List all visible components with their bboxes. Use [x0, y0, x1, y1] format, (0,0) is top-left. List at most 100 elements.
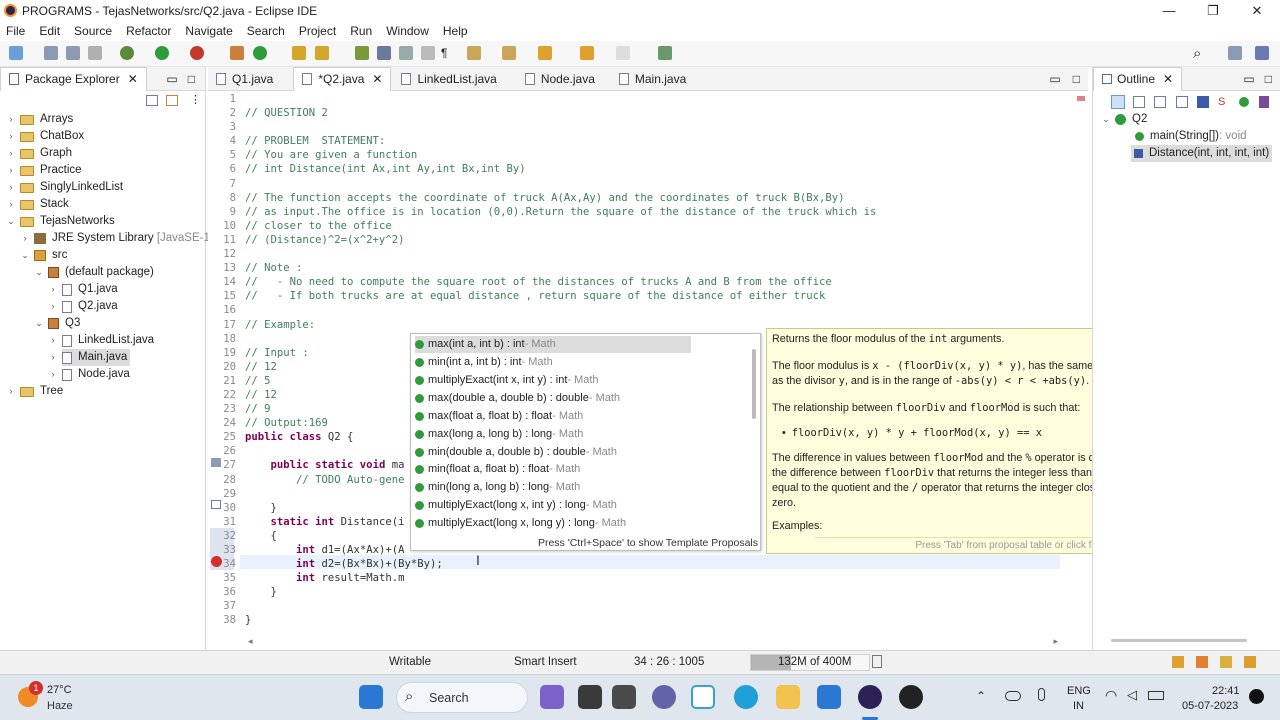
tree-item-default-package[interactable]: ⌄ (default package) [34, 264, 154, 281]
tree-item-graph[interactable]: › Graph [6, 145, 72, 162]
notification-center-icon[interactable] [1249, 689, 1264, 704]
tree-item-practice[interactable]: › Practice [6, 162, 82, 179]
github-icon[interactable] [899, 685, 923, 709]
tray-chevron-icon[interactable]: ⌃ [976, 689, 986, 703]
proposal-item[interactable]: multiplyExact(int x, int y) : int - Math [415, 372, 599, 389]
proposal-item[interactable]: min(int a, int b) : int - Math [415, 354, 553, 371]
menu-navigate[interactable]: Navigate [185, 24, 232, 38]
eclipse-taskbar-icon[interactable] [858, 685, 882, 709]
coverage-icon[interactable] [190, 46, 204, 60]
last-edit-icon[interactable] [538, 46, 552, 60]
tree-item-node[interactable]: › Node.java [48, 366, 130, 383]
java-perspective-icon[interactable] [1255, 46, 1269, 60]
tab-q2[interactable]: *Q2.java ✕ [293, 66, 392, 91]
open-perspective-icon[interactable] [1228, 46, 1242, 60]
tree-item-q2[interactable]: › Q2.java [48, 298, 118, 315]
menu-search[interactable]: Search [247, 24, 285, 38]
wifi-icon[interactable]: ◠ [1105, 687, 1117, 704]
onedrive-icon[interactable] [1005, 691, 1021, 701]
proposal-item[interactable]: min(float a, float b) : float - Math [415, 461, 580, 478]
tab-main[interactable]: Main.java [611, 67, 694, 91]
debug-icon[interactable] [120, 46, 134, 60]
annotation-icon[interactable] [355, 46, 369, 60]
pin-icon[interactable] [658, 46, 672, 60]
close-tab-icon[interactable]: ✕ [372, 72, 382, 86]
save-all-icon[interactable] [66, 46, 80, 60]
minimize-view-icon[interactable]: ▭ [1049, 72, 1060, 86]
proposal-item[interactable]: multiplyExact(long x, int y) : long - Ma… [415, 497, 617, 514]
clock-time[interactable]: 22:41 [1212, 685, 1240, 697]
editor-horizontal-scrollbar[interactable]: ◂ ▸ [248, 636, 1058, 646]
edge-icon[interactable] [734, 685, 758, 709]
tree-item-q1[interactable]: › Q1.java [48, 281, 118, 298]
file-explorer-icon[interactable] [776, 685, 800, 709]
garbage-collect-icon[interactable] [872, 655, 882, 668]
explorer-app-icon[interactable] [578, 685, 602, 709]
windows-start-icon[interactable] [359, 685, 383, 709]
search-tool-icon[interactable] [315, 46, 329, 60]
tree-item-main[interactable]: › Main.java [48, 349, 131, 366]
new-icon[interactable] [9, 46, 23, 60]
task-view-icon[interactable] [612, 685, 636, 709]
proposal-item[interactable]: min(long a, long b) : long - Math [415, 479, 580, 496]
menu-help[interactable]: Help [443, 24, 468, 38]
taskbar-search[interactable]: ⌕ Search [396, 682, 528, 713]
proposal-scrollbar[interactable] [752, 349, 756, 419]
proposal-item[interactable]: max(double a, double b) : double - Math [415, 390, 620, 407]
block-select-icon[interactable] [399, 46, 413, 60]
outline-horizontal-scrollbar[interactable] [1111, 639, 1247, 642]
menu-edit[interactable]: Edit [39, 24, 60, 38]
toggle-mark-icon[interactable] [377, 46, 391, 60]
run-icon[interactable] [155, 46, 169, 60]
minimize-icon[interactable]: — [1146, 0, 1192, 21]
tree-item-tejasnetworks[interactable]: ⌄ TejasNetworks [6, 213, 115, 230]
new-class-icon[interactable] [253, 46, 267, 60]
tree-item-src[interactable]: ⌄ src [20, 247, 67, 264]
sync-icon[interactable] [1244, 656, 1256, 668]
menu-file[interactable]: File [6, 24, 25, 38]
tip-icon[interactable] [1220, 656, 1232, 668]
tree-item-q3[interactable]: ⌄ Q3 [34, 315, 80, 332]
proposal-item[interactable]: multiplyExact(long x, long y) : long - M… [415, 515, 626, 532]
maximize-view-icon[interactable]: □ [1073, 72, 1080, 86]
tab-linkedlist[interactable]: LinkedList.java [393, 67, 504, 91]
notification-icon[interactable] [1172, 656, 1184, 668]
tree-item-jre[interactable]: › JRE System Library [JavaSE-17] [20, 230, 219, 247]
proposal-item[interactable]: max(int a, int b) : int - Math [415, 336, 691, 353]
language-region[interactable]: IN [1073, 700, 1084, 712]
microphone-icon[interactable] [1038, 688, 1045, 701]
save-icon[interactable] [44, 46, 58, 60]
tree-item-linkedlist[interactable]: › LinkedList.java [48, 332, 154, 349]
pilcrow-icon[interactable]: ¶ [441, 46, 455, 60]
next-annotation-icon[interactable] [467, 46, 481, 60]
tree-item-stack[interactable]: › Stack [6, 196, 69, 213]
outline-method-distance[interactable]: Distance(int, int, int, int) [1131, 145, 1273, 162]
outline-method-main[interactable]: main(String[]) : void [1135, 128, 1247, 145]
menu-run[interactable]: Run [350, 24, 372, 38]
warning-icon[interactable] [1196, 656, 1208, 668]
forward-icon[interactable] [616, 46, 630, 60]
language-code[interactable]: ENG [1067, 685, 1091, 697]
menu-window[interactable]: Window [386, 24, 429, 38]
search-icon[interactable]: ⌕ [1193, 46, 1201, 61]
widget-app-icon[interactable] [540, 685, 564, 709]
menu-project[interactable]: Project [299, 24, 336, 38]
close-icon[interactable]: ✕ [1234, 0, 1280, 21]
open-type-icon[interactable] [292, 46, 306, 60]
whitespace-icon[interactable] [421, 46, 435, 60]
menu-source[interactable]: Source [74, 24, 112, 38]
proposal-item[interactable]: max(long a, long b) : long - Math [415, 426, 583, 443]
back-icon[interactable] [580, 46, 594, 60]
package-icon[interactable] [230, 46, 244, 60]
print-icon[interactable] [88, 46, 102, 60]
tab-q1[interactable]: Q1.java [208, 67, 281, 91]
tree-item-singlylinkedlist[interactable]: › SinglyLinkedList [6, 179, 124, 196]
maximize-icon[interactable]: ❐ [1190, 0, 1236, 21]
volume-icon[interactable]: ◁ [1127, 687, 1137, 703]
tab-node[interactable]: Node.java [517, 67, 603, 91]
tree-item-tree[interactable]: › Tree [6, 383, 64, 400]
proposal-item[interactable]: max(float a, float b) : float - Math [415, 408, 583, 425]
battery-icon[interactable] [1148, 691, 1164, 700]
lens-app-icon[interactable] [691, 685, 715, 709]
prev-annotation-icon[interactable] [502, 46, 516, 60]
